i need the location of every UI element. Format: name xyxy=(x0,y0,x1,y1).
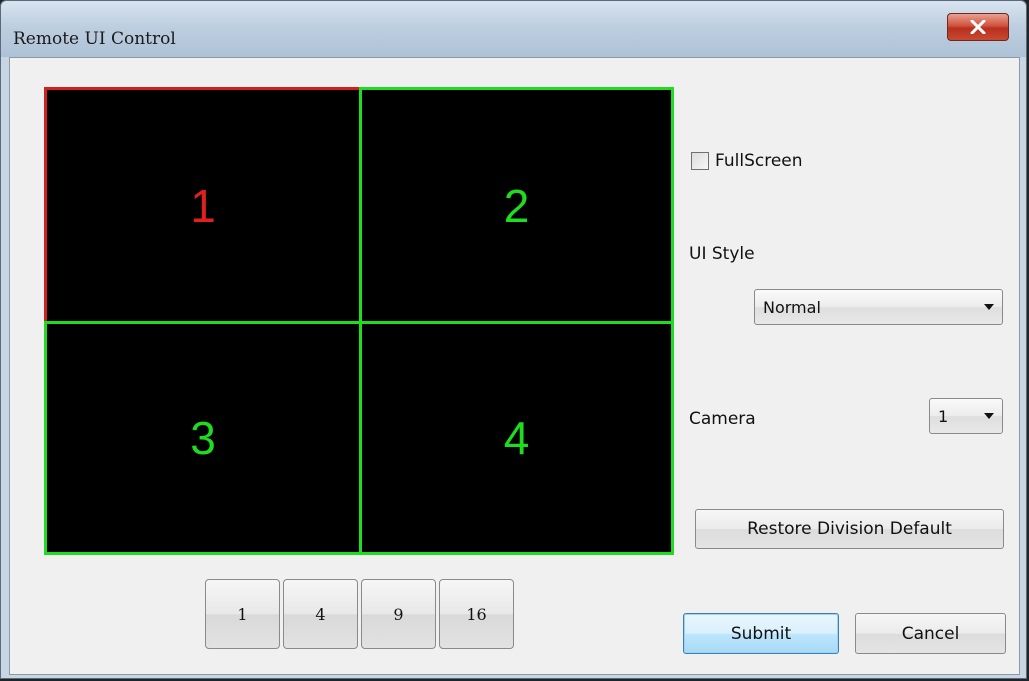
submit-button[interactable]: Submit xyxy=(683,613,839,654)
division-cell-2[interactable]: 2 xyxy=(359,87,674,324)
division-button-label: 9 xyxy=(393,604,404,624)
fullscreen-label: FullScreen xyxy=(715,151,803,171)
ui-style-label: UI Style xyxy=(689,244,755,264)
division-cell-3[interactable]: 3 xyxy=(44,321,362,555)
division-9-button[interactable]: 9 xyxy=(361,579,436,649)
division-cell-1[interactable]: 1 xyxy=(44,87,362,324)
division-1-button[interactable]: 1 xyxy=(205,579,280,649)
division-preview-grid: 1 2 3 4 xyxy=(44,87,674,555)
cell-number: 3 xyxy=(190,412,216,464)
cancel-button[interactable]: Cancel xyxy=(855,613,1006,654)
division-button-label: 4 xyxy=(315,604,326,624)
ui-style-dropdown[interactable]: Normal xyxy=(754,289,1003,325)
camera-dropdown[interactable]: 1 xyxy=(929,398,1003,434)
camera-value: 1 xyxy=(938,406,949,426)
division-button-label: 1 xyxy=(237,604,248,624)
title-bar[interactable]: Remote UI Control xyxy=(1,1,1026,57)
cell-number: 1 xyxy=(190,179,216,232)
submit-button-label: Submit xyxy=(730,623,792,644)
dialog-content: 1 2 3 4 1 4 9 16 FullScreen UI Style Nor… xyxy=(9,57,1020,675)
restore-division-default-button[interactable]: Restore Division Default xyxy=(695,509,1004,549)
chevron-down-icon xyxy=(984,304,994,310)
chevron-down-icon xyxy=(984,413,994,419)
cell-number: 2 xyxy=(503,179,530,232)
close-button[interactable] xyxy=(947,13,1009,41)
cell-number: 4 xyxy=(503,412,530,464)
fullscreen-option[interactable]: FullScreen xyxy=(691,151,803,171)
division-button-label: 16 xyxy=(466,604,487,624)
close-icon xyxy=(970,20,986,34)
camera-label: Camera xyxy=(689,409,756,429)
remote-ui-control-dialog: Remote UI Control 1 2 3 4 1 4 9 16 FullS… xyxy=(0,0,1027,679)
restore-button-label: Restore Division Default xyxy=(747,519,952,539)
ui-style-value: Normal xyxy=(763,297,821,317)
division-cell-4[interactable]: 4 xyxy=(359,321,674,555)
cancel-button-label: Cancel xyxy=(901,623,960,644)
division-4-button[interactable]: 4 xyxy=(283,579,358,649)
fullscreen-checkbox[interactable] xyxy=(691,152,709,170)
window-title: Remote UI Control xyxy=(13,29,176,49)
division-16-button[interactable]: 16 xyxy=(439,579,514,649)
